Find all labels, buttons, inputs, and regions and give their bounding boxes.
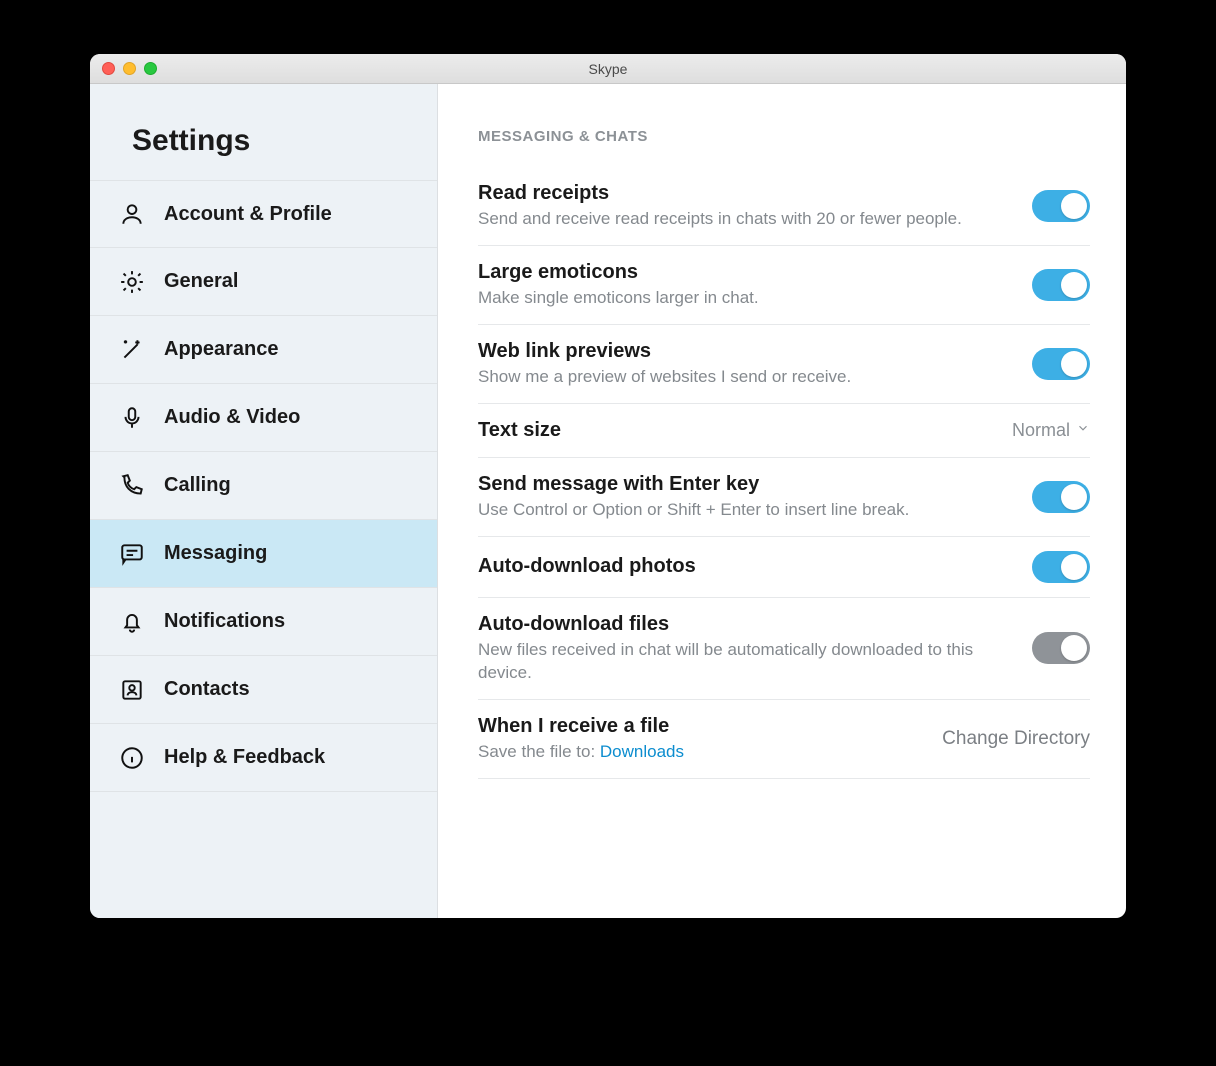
app-window: Skype Settings Account & Profile General bbox=[90, 54, 1126, 918]
setting-auto-download-files: Auto-download files New files received i… bbox=[478, 598, 1090, 700]
sidebar-item-notifications[interactable]: Notifications bbox=[90, 588, 437, 656]
setting-read-receipts: Read receipts Send and receive read rece… bbox=[478, 167, 1090, 246]
address-book-icon bbox=[118, 676, 146, 704]
settings-sidebar: Settings Account & Profile General Appea… bbox=[90, 84, 438, 918]
setting-auto-download-photos: Auto-download photos bbox=[478, 537, 1090, 598]
text-size-value: Normal bbox=[1012, 420, 1070, 441]
setting-desc: Use Control or Option or Shift + Enter t… bbox=[478, 499, 1016, 522]
chevron-down-icon bbox=[1076, 421, 1090, 440]
setting-title: Large emoticons bbox=[478, 260, 1016, 285]
section-header: MESSAGING & CHATS bbox=[478, 128, 1090, 145]
sidebar-item-general[interactable]: General bbox=[90, 248, 437, 316]
settings-heading: Settings bbox=[90, 84, 437, 180]
phone-icon bbox=[118, 472, 146, 500]
sidebar-item-messaging[interactable]: Messaging bbox=[90, 520, 437, 588]
minimize-window-button[interactable] bbox=[123, 62, 136, 75]
setting-desc: New files received in chat will be autom… bbox=[478, 639, 1016, 685]
window-body: Settings Account & Profile General Appea… bbox=[90, 84, 1126, 918]
setting-large-emoticons: Large emoticons Make single emoticons la… bbox=[478, 246, 1090, 325]
receive-file-desc-prefix: Save the file to: bbox=[478, 742, 600, 761]
sidebar-item-help-feedback[interactable]: Help & Feedback bbox=[90, 724, 437, 792]
sidebar-item-label: General bbox=[164, 270, 238, 293]
downloads-link[interactable]: Downloads bbox=[600, 742, 684, 761]
wand-icon bbox=[118, 336, 146, 364]
sidebar-item-label: Appearance bbox=[164, 338, 279, 361]
sidebar-item-account-profile[interactable]: Account & Profile bbox=[90, 180, 437, 248]
toggle-large-emoticons[interactable] bbox=[1032, 269, 1090, 301]
sidebar-item-label: Account & Profile bbox=[164, 203, 332, 226]
setting-text-size[interactable]: Text size Normal bbox=[478, 404, 1090, 458]
setting-title: Send message with Enter key bbox=[478, 472, 1016, 497]
bell-icon bbox=[118, 608, 146, 636]
sidebar-item-label: Audio & Video bbox=[164, 406, 300, 429]
setting-send-with-enter: Send message with Enter key Use Control … bbox=[478, 458, 1090, 537]
close-window-button[interactable] bbox=[102, 62, 115, 75]
sidebar-item-label: Notifications bbox=[164, 610, 285, 633]
sidebar-item-label: Contacts bbox=[164, 678, 250, 701]
info-icon bbox=[118, 744, 146, 772]
settings-content: MESSAGING & CHATS Read receipts Send and… bbox=[438, 84, 1126, 918]
setting-title: Auto-download files bbox=[478, 612, 1016, 637]
sidebar-item-appearance[interactable]: Appearance bbox=[90, 316, 437, 384]
titlebar: Skype bbox=[90, 54, 1126, 84]
sidebar-item-contacts[interactable]: Contacts bbox=[90, 656, 437, 724]
zoom-window-button[interactable] bbox=[144, 62, 157, 75]
toggle-auto-download-photos[interactable] bbox=[1032, 551, 1090, 583]
chat-icon bbox=[118, 540, 146, 568]
setting-title: Web link previews bbox=[478, 339, 1016, 364]
setting-title: Read receipts bbox=[478, 181, 1016, 206]
sidebar-item-label: Calling bbox=[164, 474, 231, 497]
microphone-icon bbox=[118, 404, 146, 432]
setting-desc: Show me a preview of websites I send or … bbox=[478, 366, 1016, 389]
setting-web-link-previews: Web link previews Show me a preview of w… bbox=[478, 325, 1090, 404]
sidebar-item-label: Messaging bbox=[164, 542, 267, 565]
sidebar-item-calling[interactable]: Calling bbox=[90, 452, 437, 520]
toggle-web-link-previews[interactable] bbox=[1032, 348, 1090, 380]
change-directory-button[interactable]: Change Directory bbox=[942, 728, 1090, 750]
setting-receive-file: When I receive a file Save the file to: … bbox=[478, 700, 1090, 779]
setting-desc: Save the file to: Downloads bbox=[478, 741, 926, 764]
window-title: Skype bbox=[90, 61, 1126, 77]
setting-title: Auto-download photos bbox=[478, 554, 1016, 579]
toggle-send-with-enter[interactable] bbox=[1032, 481, 1090, 513]
setting-title: Text size bbox=[478, 418, 996, 443]
traffic-lights bbox=[102, 62, 157, 75]
sidebar-item-label: Help & Feedback bbox=[164, 746, 325, 769]
sidebar-item-audio-video[interactable]: Audio & Video bbox=[90, 384, 437, 452]
setting-desc: Make single emoticons larger in chat. bbox=[478, 287, 1016, 310]
setting-desc: Send and receive read receipts in chats … bbox=[478, 208, 1016, 231]
setting-title: When I receive a file bbox=[478, 714, 926, 739]
person-icon bbox=[118, 200, 146, 228]
gear-icon bbox=[118, 268, 146, 296]
toggle-auto-download-files[interactable] bbox=[1032, 632, 1090, 664]
toggle-read-receipts[interactable] bbox=[1032, 190, 1090, 222]
